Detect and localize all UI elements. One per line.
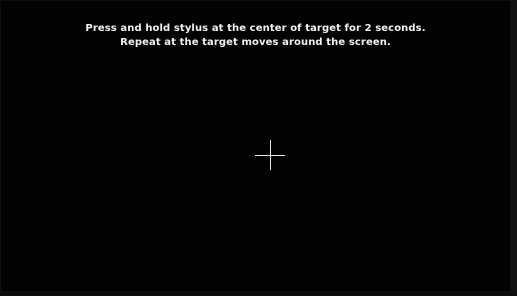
crosshair-icon[interactable] xyxy=(255,140,285,170)
instruction-line-1: Press and hold stylus at the center of t… xyxy=(85,23,426,34)
crosshair-vertical-line xyxy=(270,140,271,170)
calibration-screen[interactable]: Press and hold stylus at the center of t… xyxy=(0,0,517,296)
instruction-line-2: Repeat at the target moves around the sc… xyxy=(120,37,391,48)
calibration-instructions: Press and hold stylus at the center of t… xyxy=(0,22,511,50)
